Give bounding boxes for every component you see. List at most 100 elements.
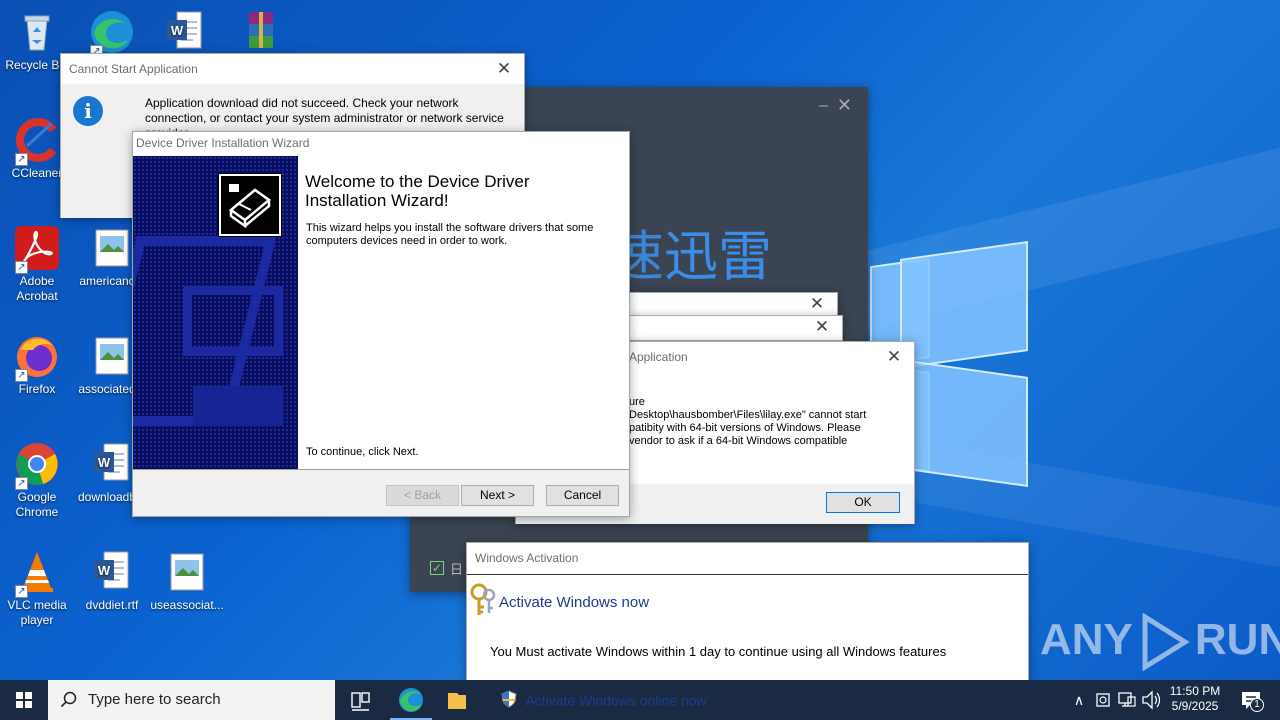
desktop-icon-label: Adobe Acrobat (16, 274, 58, 303)
security-tray-icon[interactable] (1092, 680, 1114, 720)
close-button[interactable]: ✕ (880, 342, 908, 372)
close-button[interactable]: ✕ (837, 95, 852, 116)
activate-online-link[interactable]: Activate Windows online now (500, 690, 707, 710)
image-file-icon (88, 224, 136, 272)
image-file-icon (163, 548, 211, 596)
ccleaner-icon: ↗ (13, 116, 61, 166)
taskbar-edge-button[interactable] (390, 680, 432, 720)
cancel-button[interactable]: Cancel (546, 485, 619, 506)
activation-titlebar[interactable]: Windows Activation (467, 543, 1028, 575)
description-line: This wizard helps you install the softwa… (306, 222, 594, 234)
shortcut-arrow-icon: ↗ (15, 369, 28, 382)
wizard-titlebar[interactable]: Device Driver Installation Wizard (133, 132, 629, 156)
dialog-message: ure Desktop\hausbomber\Files\lilay.exe" … (629, 396, 866, 448)
desktop-icon-adobe-acrobat[interactable]: ↗ Adobe Acrobat (0, 224, 74, 304)
shortcut-arrow-icon: ↗ (15, 477, 28, 490)
dialog-titlebar[interactable]: Cannot Start Application ✕ (61, 54, 524, 84)
heading-line: Installation Wizard! (305, 191, 449, 210)
activate-online-label: Activate Windows online now (525, 692, 707, 709)
next-button[interactable]: Next > (461, 485, 534, 506)
desktop-icon-edge[interactable]: ↗ (75, 8, 149, 58)
svg-text:W: W (171, 23, 184, 38)
action-center-button[interactable]: 1 (1232, 680, 1272, 720)
back-button[interactable]: < Back (386, 485, 459, 506)
description-line: computers devices need in order to work. (306, 235, 508, 247)
message-line: Application download did not succeed. Ch… (145, 96, 459, 110)
desktop-icon-label: useassociat... (150, 598, 224, 612)
wizard-description: This wizard helps you install the softwa… (306, 222, 593, 248)
ok-button[interactable]: OK (826, 492, 900, 513)
word-document-icon: W (88, 548, 136, 596)
desktop-icon-chrome[interactable]: ↗ Google Chrome (0, 440, 74, 520)
word-document-icon: W (88, 440, 136, 488)
wizard-heading: Welcome to the Device Driver Installatio… (305, 172, 530, 210)
start-button[interactable] (0, 680, 48, 720)
activation-message: You Must activate Windows within 1 day t… (490, 644, 947, 659)
windows-activation-window[interactable]: Windows Activation Activate Windows now … (466, 542, 1029, 682)
wizard-title: Device Driver Installation Wizard (136, 136, 310, 150)
desktop-icon-useassociat[interactable]: useassociat... (150, 548, 224, 613)
svg-text:W: W (98, 455, 111, 470)
desktop-icon-label: dvddiet.rtf (85, 598, 139, 612)
word-document-icon: W (161, 8, 209, 56)
shortcut-arrow-icon: ↗ (15, 585, 28, 598)
message-line: connection, or contact your system admin… (145, 111, 504, 125)
xunlei-checkbox[interactable]: ✓ (430, 561, 444, 575)
desktop-icon-firefox[interactable]: ↗ Firefox (0, 332, 74, 397)
message-line: Desktop\hausbomber\Files\lilay.exe" cann… (629, 409, 867, 421)
desktop-icon-word-doc[interactable]: W (148, 8, 222, 58)
desktop-icon-dvddiet[interactable]: W dvddiet.rtf (75, 548, 149, 613)
continue-instruction: To continue, click Next. (306, 446, 419, 458)
shortcut-arrow-icon: ↗ (15, 261, 28, 274)
folder-icon (448, 693, 466, 709)
shortcut-arrow-icon: ↗ (15, 153, 28, 166)
desktop-icon-label: VLC media player (7, 598, 67, 627)
desktop-icon-vlc[interactable]: ↗ VLC media player (0, 548, 74, 628)
search-icon (60, 690, 78, 711)
hardware-icon (218, 173, 282, 237)
keys-icon (469, 583, 497, 617)
clock-date: 5/9/2025 (1171, 699, 1219, 713)
dialog-title: Application (629, 350, 688, 364)
volume-icon[interactable] (1140, 680, 1162, 720)
message-line: ure (629, 396, 645, 408)
dialog-title: Cannot Start Application (69, 62, 198, 76)
heading-line: Welcome to the Device Driver (305, 172, 530, 191)
uac-shield-icon (500, 690, 518, 711)
desktop-icon-winrar[interactable] (224, 8, 298, 58)
svg-text:W: W (98, 563, 111, 578)
search-placeholder: Type here to search (88, 691, 221, 708)
close-button[interactable]: ✕ (808, 316, 836, 340)
watermark-text-left: ANY (1040, 615, 1133, 664)
desktop-icon-label: Firefox (18, 382, 56, 396)
chrome-icon: ↗ (13, 440, 61, 490)
close-button[interactable]: ✕ (490, 54, 518, 84)
close-button[interactable]: ✕ (803, 293, 831, 317)
watermark-text-right: RUN (1194, 615, 1280, 664)
clock[interactable]: 11:50 PM 5/9/2025 (1164, 680, 1226, 720)
minimize-button[interactable]: – (819, 97, 828, 115)
clock-time: 11:50 PM (1169, 684, 1221, 698)
task-view-button[interactable] (340, 680, 380, 720)
adobe-acrobat-icon: ↗ (13, 224, 61, 274)
vlc-icon: ↗ (13, 548, 61, 598)
xunlei-brand: 速迅雷 (610, 227, 772, 287)
image-file-icon (88, 332, 136, 380)
taskbar-file-explorer-button[interactable] (440, 680, 466, 720)
info-icon: i (73, 96, 103, 126)
driver-wizard-window[interactable]: Device Driver Installation Wizard Welcom… (132, 131, 630, 517)
brand-text: 迅雷 (664, 225, 772, 288)
task-view-icon (351, 692, 370, 711)
desktop-icon-label: Google Chrome (15, 490, 59, 519)
edge-icon (399, 688, 423, 712)
notification-badge: 1 (1250, 698, 1264, 712)
firefox-icon: ↗ (13, 332, 61, 382)
activation-title: Windows Activation (475, 551, 579, 565)
show-hidden-icons-button[interactable]: ∧ (1068, 680, 1090, 720)
taskbar-search-box[interactable]: Type here to search (48, 680, 335, 720)
xunlei-checkbox-label: 日 (450, 562, 464, 577)
activation-heading: Activate Windows now (499, 594, 650, 611)
message-line: patibity with 64-bit versions of Windows… (629, 422, 861, 434)
network-icon[interactable] (1116, 680, 1138, 720)
edge-icon: ↗ (88, 8, 136, 58)
